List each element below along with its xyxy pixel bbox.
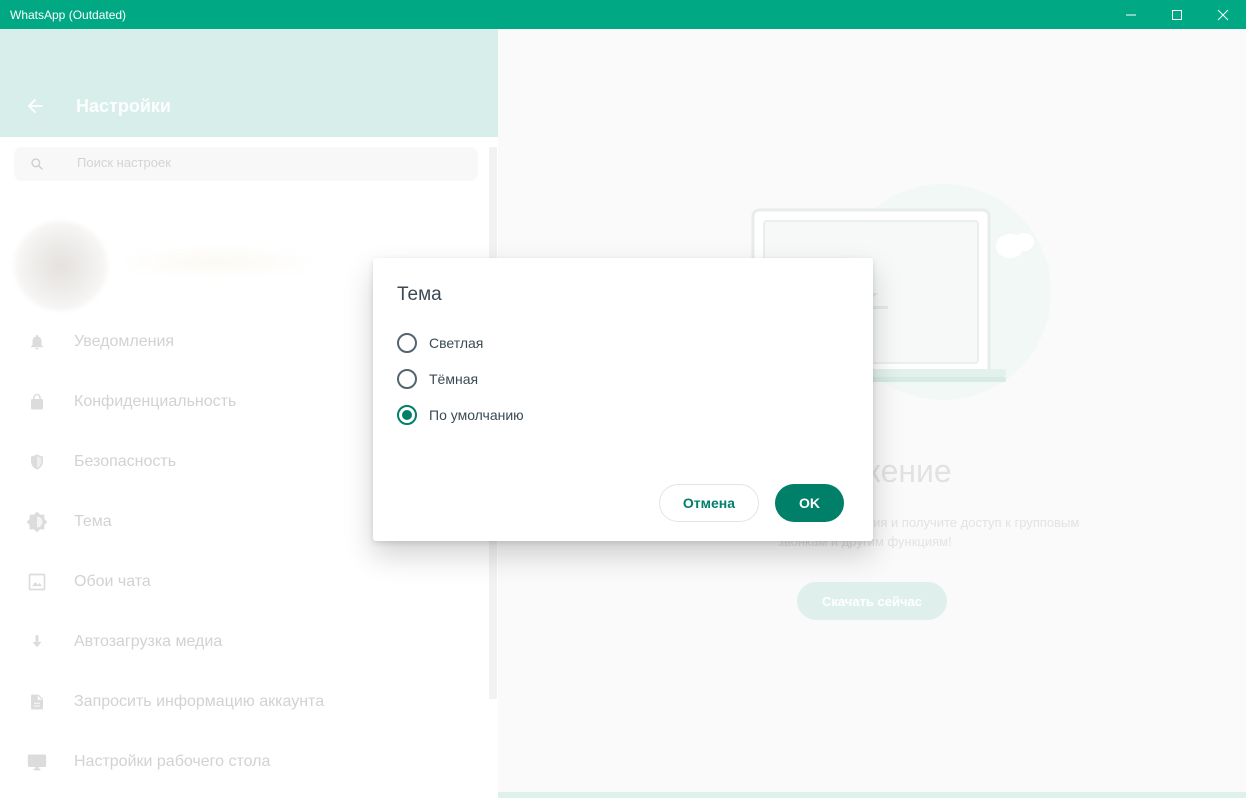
ok-button[interactable]: OK <box>775 484 844 522</box>
sidebar-item-label: Уведомления <box>74 333 175 350</box>
sidebar-item-media-autodownload[interactable]: Автозагрузка медиа <box>0 612 490 672</box>
radio-label: Тёмная <box>429 371 479 387</box>
radio-label: Светлая <box>429 335 484 351</box>
sidebar-item-wallpaper[interactable]: Обои чата <box>0 552 490 612</box>
sidebar-item-account-info[interactable]: Запросить информацию аккаунта <box>0 672 490 732</box>
sidebar-item-label: Конфиденциальность <box>74 393 237 410</box>
search-bar[interactable] <box>14 147 478 181</box>
minimize-icon <box>1126 14 1136 15</box>
theme-dialog: Тема Светлая Тёмная По умолчанию Отмена … <box>373 258 873 541</box>
document-icon <box>0 691 74 713</box>
radio-button[interactable] <box>397 369 417 389</box>
cancel-button[interactable]: Отмена <box>659 484 759 522</box>
back-button[interactable] <box>24 95 46 122</box>
search-input[interactable] <box>77 155 457 170</box>
dialog-title: Тема <box>397 284 442 305</box>
wallpaper-icon <box>0 572 74 592</box>
avatar <box>14 221 108 311</box>
theme-icon <box>0 511 74 533</box>
theme-option-default[interactable]: По умолчанию <box>397 404 524 426</box>
sidebar-item-label: Обои чата <box>74 573 151 590</box>
theme-option-light[interactable]: Светлая <box>397 332 483 354</box>
arrow-left-icon <box>27 98 43 114</box>
theme-option-dark[interactable]: Тёмная <box>397 368 478 390</box>
title-bar: WhatsApp (Outdated) <box>0 0 1246 29</box>
download-icon <box>0 631 74 653</box>
monitor-icon <box>0 752 74 772</box>
maximize-button[interactable] <box>1154 0 1200 29</box>
radio-button[interactable] <box>397 333 417 353</box>
radio-label: По умолчанию <box>429 407 524 423</box>
settings-header: Настройки <box>0 29 498 137</box>
lock-icon <box>0 391 74 413</box>
window-title: WhatsApp (Outdated) <box>10 7 127 22</box>
close-button[interactable] <box>1200 0 1246 29</box>
maximize-icon <box>1172 9 1182 20</box>
profile-name-blurred <box>122 247 312 277</box>
sidebar-item-desktop-settings[interactable]: Настройки рабочего стола <box>0 732 490 792</box>
sidebar-item-label: Безопасность <box>74 453 177 470</box>
sidebar-item-label: Автозагрузка медиа <box>74 633 223 650</box>
bell-icon <box>0 332 74 352</box>
shield-icon <box>0 451 74 473</box>
sidebar-item-label: Запросить информацию аккаунта <box>74 693 325 710</box>
minimize-button[interactable] <box>1108 0 1154 29</box>
close-icon <box>1217 9 1229 20</box>
sidebar-item-label: Настройки рабочего стола <box>74 753 271 770</box>
search-icon <box>30 157 44 176</box>
radio-button-selected[interactable] <box>397 405 417 425</box>
download-now-button[interactable]: Скачать сейчас <box>797 582 947 620</box>
profile-card[interactable] <box>12 217 312 311</box>
sidebar-item-label: Тема <box>74 513 112 530</box>
page-title: Настройки <box>76 96 171 116</box>
bottom-accent-bar <box>498 792 1246 798</box>
